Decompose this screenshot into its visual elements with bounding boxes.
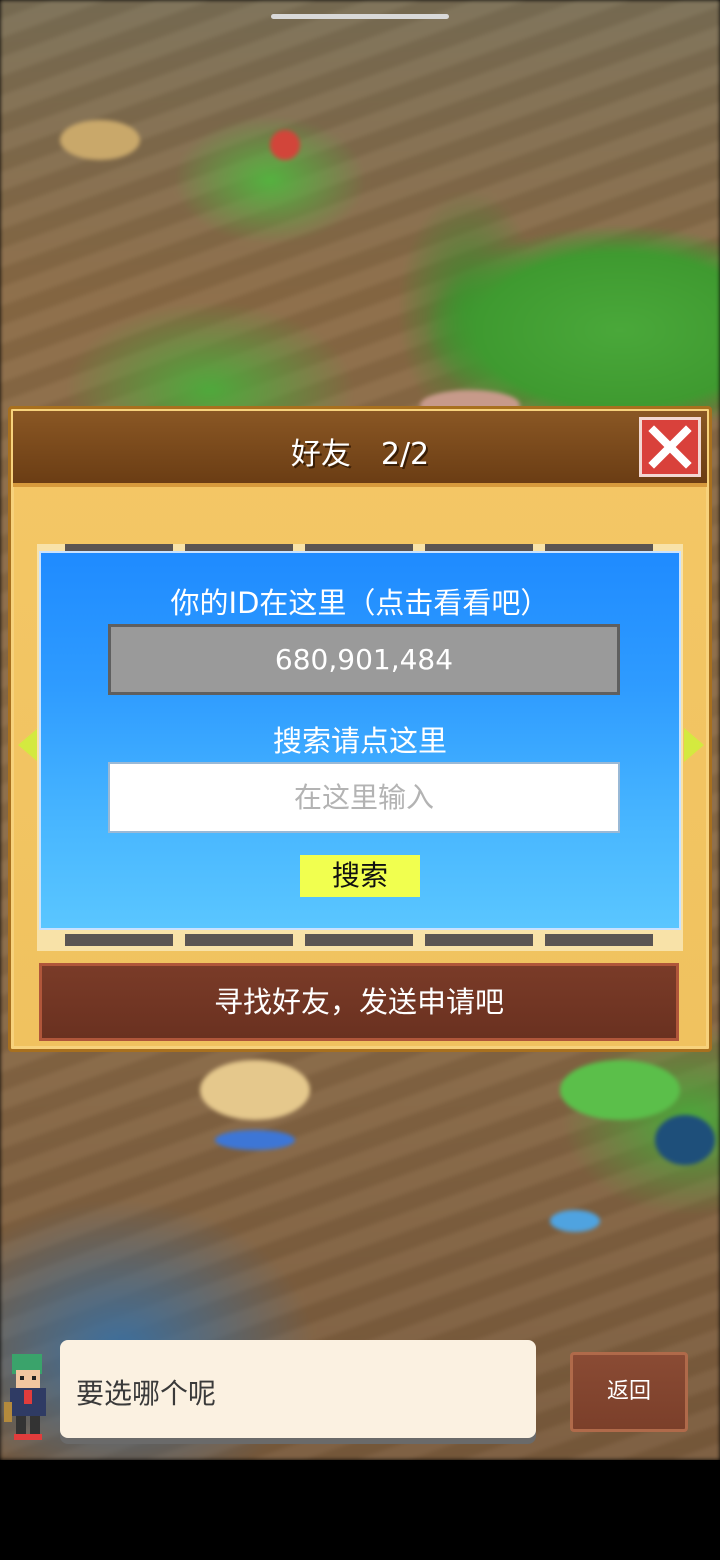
close-x-icon	[648, 425, 692, 469]
back-button[interactable]: 返回	[570, 1352, 688, 1432]
character-avatar	[4, 1346, 52, 1442]
search-button[interactable]: 搜索	[300, 855, 420, 897]
speech-text: 要选哪个呢	[76, 1377, 217, 1410]
speech-bubble: 要选哪个呢	[60, 1340, 536, 1438]
search-id-input[interactable]: 在这里输入	[108, 762, 620, 833]
search-label: 搜索请点这里	[272, 724, 447, 758]
user-id-display[interactable]: 680,901,484	[108, 624, 620, 695]
dialog-header: 好友 2/2	[13, 411, 707, 487]
system-bottom-bar	[0, 1460, 720, 1560]
home-indicator[interactable]	[271, 14, 449, 19]
dialog-title: 好友 2/2	[290, 437, 430, 472]
close-button[interactable]	[639, 417, 701, 477]
your-id-label[interactable]: 你的ID在这里（点击看看吧）	[0, 580, 720, 622]
find-friends-button[interactable]: 寻找好友，发送申请吧	[39, 963, 679, 1041]
